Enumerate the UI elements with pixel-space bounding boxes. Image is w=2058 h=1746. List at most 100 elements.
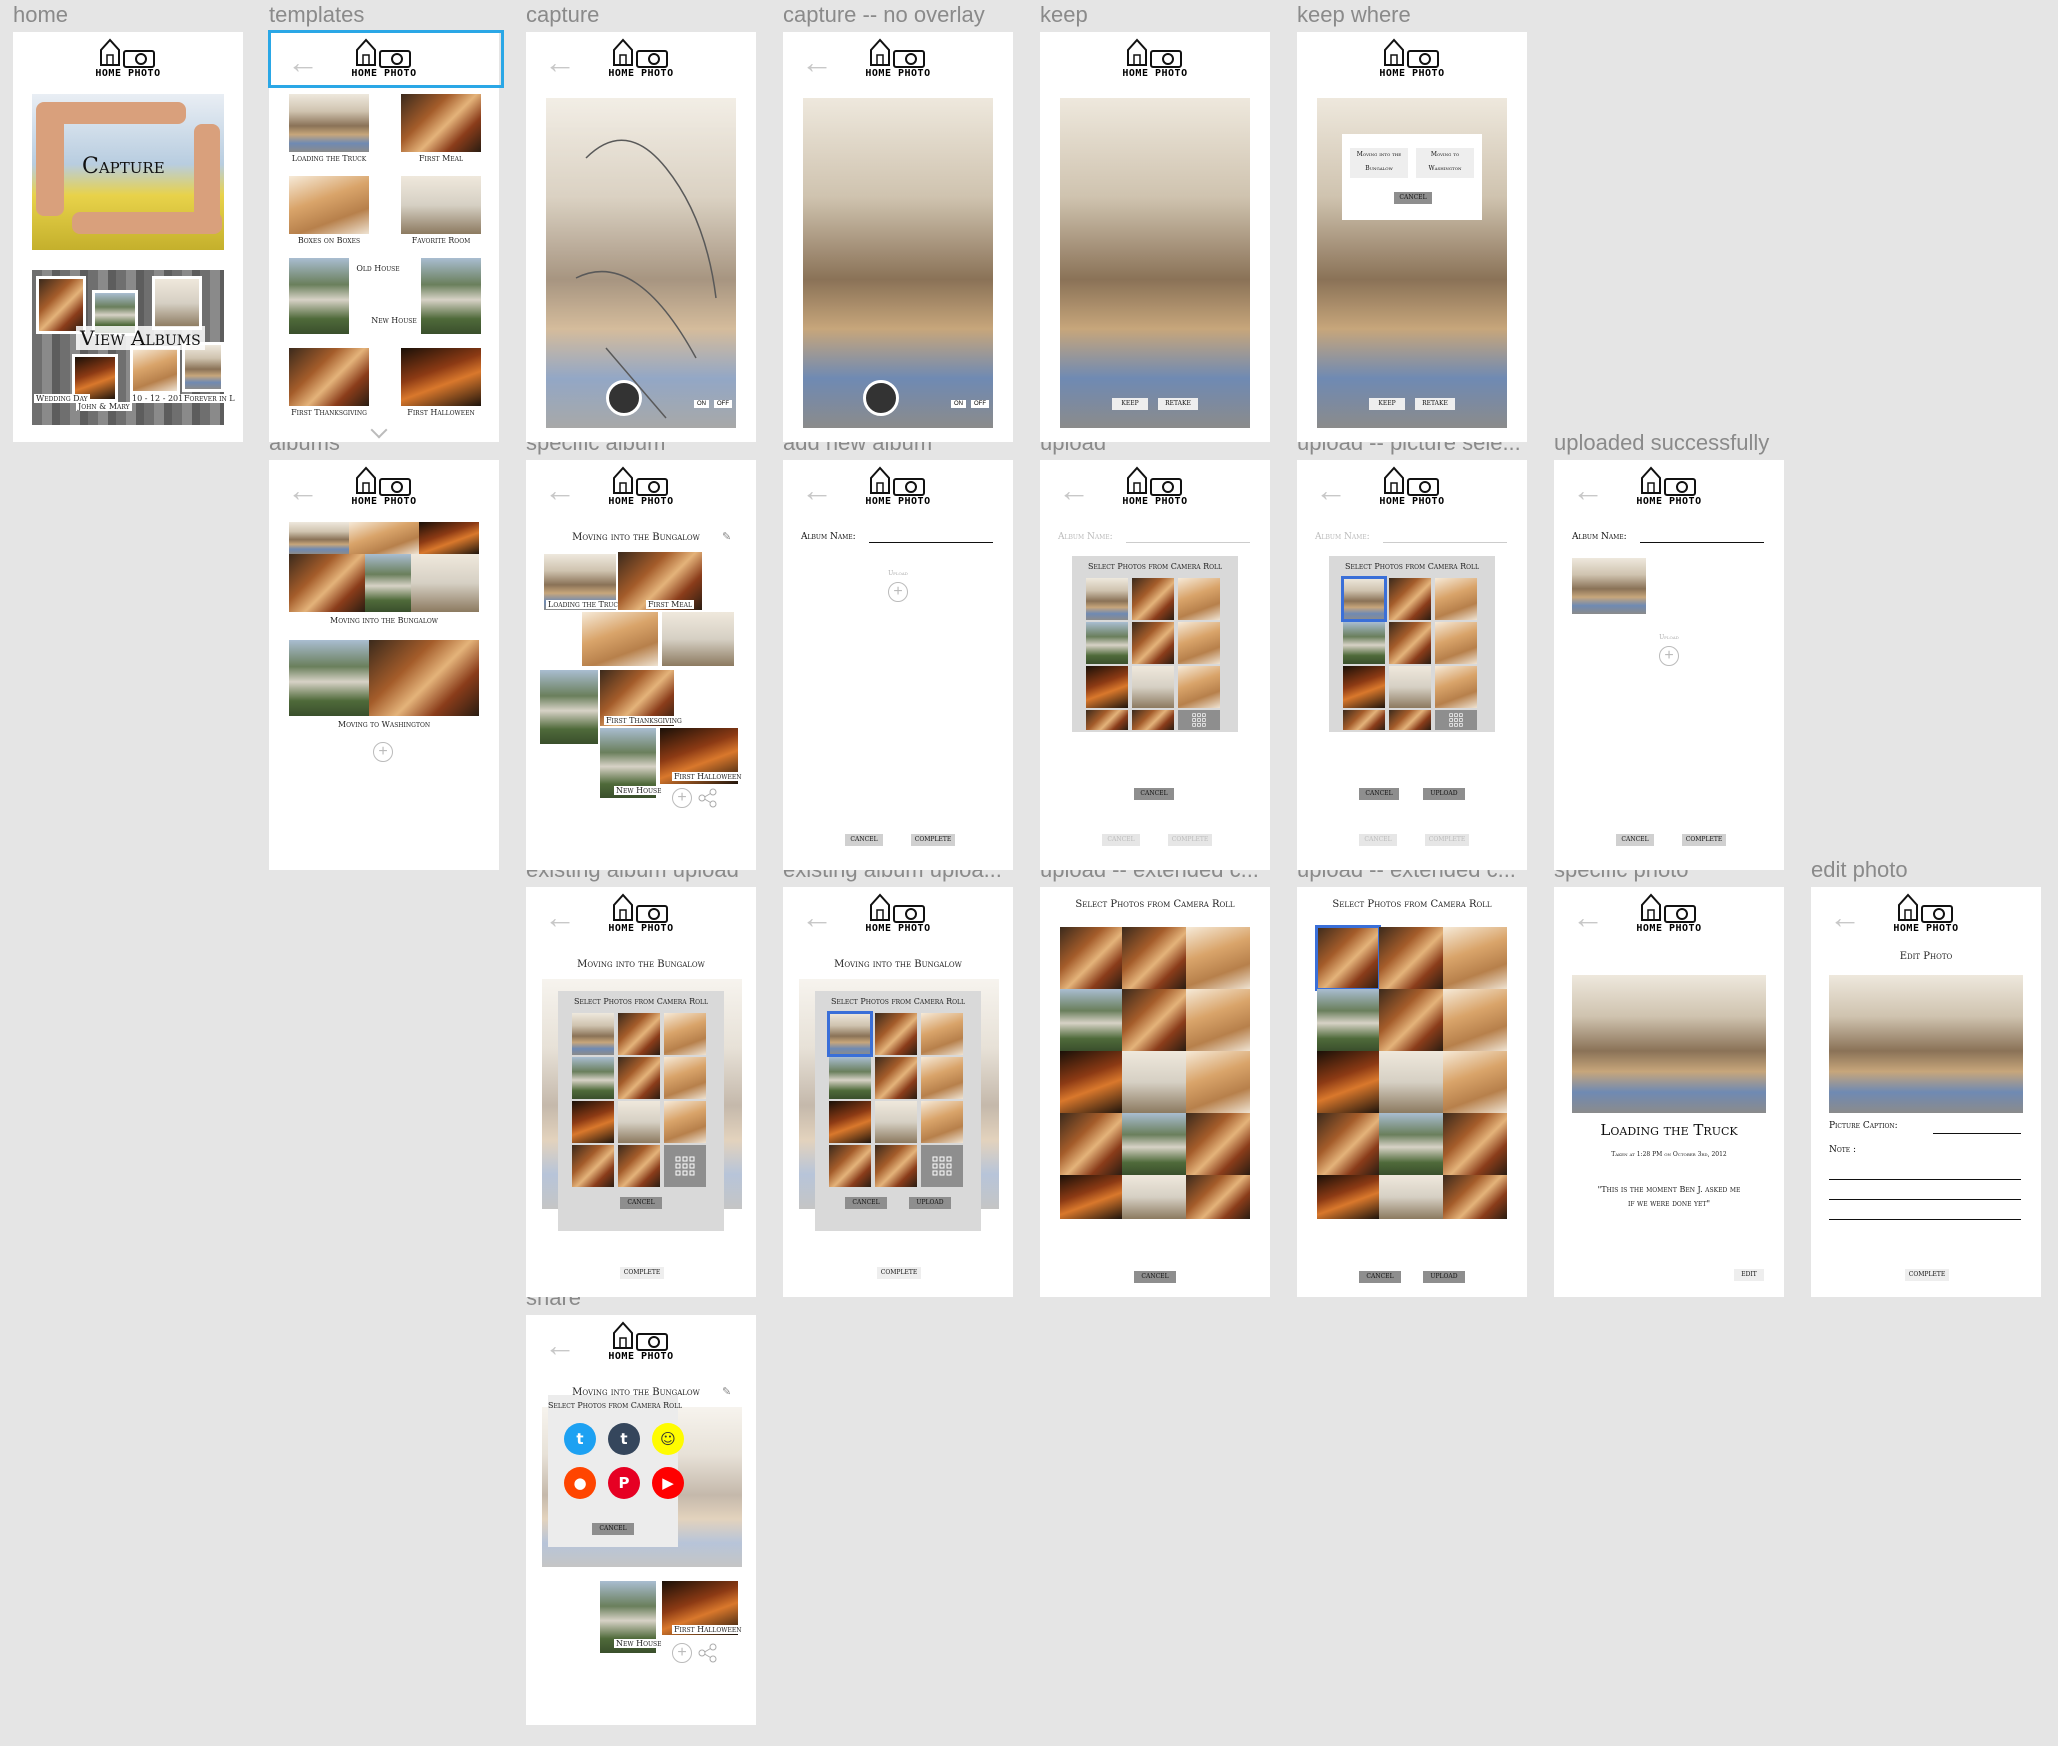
app-logo[interactable]: HOME PHOTO — [1636, 466, 1702, 508]
roll-photo[interactable] — [1443, 1113, 1507, 1175]
share-icon[interactable] — [698, 788, 718, 808]
app-logo[interactable]: HOME PHOTO — [1122, 466, 1188, 508]
roll-photo[interactable] — [1122, 1051, 1186, 1113]
roll-photo[interactable] — [921, 1013, 963, 1055]
cancel-button[interactable]: CANCEL — [1102, 834, 1140, 846]
retake-button[interactable]: RETAKE — [1415, 398, 1455, 410]
overlay-off-toggle[interactable]: OFF — [971, 400, 989, 408]
roll-photo[interactable] — [1186, 1175, 1250, 1219]
roll-photo[interactable] — [1132, 578, 1174, 620]
back-arrow-icon[interactable]: ← — [544, 901, 576, 933]
upload-plus-icon[interactable]: + — [888, 582, 908, 602]
back-arrow-icon[interactable]: ← — [1829, 901, 1861, 933]
artboard-share[interactable]: ← HOME PHOTO Moving into the Bungalow ✎ … — [526, 1315, 756, 1725]
album-photo[interactable] — [662, 612, 734, 666]
album-name-field[interactable] — [1383, 542, 1507, 543]
camera-viewfinder[interactable] — [546, 98, 736, 428]
roll-photo[interactable] — [1060, 1175, 1122, 1219]
roll-photo-selected[interactable] — [1341, 576, 1387, 622]
roll-photo[interactable] — [618, 1145, 660, 1187]
roll-photo[interactable] — [1379, 989, 1443, 1051]
note-field-line[interactable] — [1829, 1179, 2021, 1180]
roll-photo[interactable] — [1186, 1113, 1250, 1175]
pencil-icon[interactable]: ✎ — [722, 530, 731, 543]
picker-cancel-button[interactable]: CANCEL — [1359, 1271, 1401, 1283]
template-thumb-first-halloween[interactable] — [401, 348, 481, 406]
share-icon[interactable] — [698, 1643, 718, 1663]
twitter-icon[interactable]: t — [564, 1423, 596, 1455]
roll-photo[interactable] — [1389, 666, 1431, 708]
roll-photo[interactable] — [1178, 622, 1220, 664]
back-arrow-icon[interactable]: ← — [1058, 474, 1090, 506]
app-logo[interactable]: HOME PHOTO — [351, 466, 417, 508]
artboard-specific-album[interactable]: ← HOME PHOTO Moving into the Bungalow ✎ … — [526, 460, 756, 870]
album-photo[interactable] — [540, 670, 598, 744]
album-name-field[interactable] — [1126, 542, 1250, 543]
picker-upload-button[interactable]: UPLOAD — [1423, 1271, 1465, 1283]
back-arrow-icon[interactable]: ← — [544, 1329, 576, 1361]
back-arrow-icon[interactable]: ← — [544, 46, 576, 78]
overlay-on-toggle[interactable]: ON — [694, 400, 709, 408]
app-logo[interactable]: HOME PHOTO — [608, 466, 674, 508]
roll-photo[interactable] — [1343, 710, 1385, 730]
album-photo[interactable] — [582, 612, 658, 666]
app-logo[interactable]: HOME PHOTO — [608, 38, 674, 80]
artboard-uploaded-successfully[interactable]: ← HOME PHOTO Album Name: Upload + CANCEL… — [1554, 460, 1784, 870]
back-arrow-icon[interactable]: ← — [1572, 474, 1604, 506]
roll-photo[interactable] — [875, 1145, 917, 1187]
back-arrow-icon[interactable]: ← — [544, 474, 576, 506]
roll-photo[interactable] — [1132, 666, 1174, 708]
roll-photo[interactable] — [921, 1101, 963, 1143]
roll-photo[interactable] — [1435, 666, 1477, 708]
template-thumb-old-house[interactable] — [289, 258, 349, 334]
template-thumb-boxes[interactable] — [289, 176, 369, 234]
app-logo[interactable]: HOME PHOTO — [1379, 38, 1445, 80]
artboard-capture[interactable]: ← HOME PHOTO ON OFF — [526, 32, 756, 442]
artboard-upload-picture-selected[interactable]: ← HOME PHOTO Album Name: Select Photos f… — [1297, 460, 1527, 870]
snapchat-icon[interactable]: ☺ — [652, 1423, 684, 1455]
album-name-field[interactable] — [869, 542, 993, 543]
artboard-specific-photo[interactable]: ← HOME PHOTO Loading the Truck Taken at … — [1554, 887, 1784, 1297]
roll-photo[interactable] — [1122, 1113, 1186, 1175]
picker-upload-button[interactable]: UPLOAD — [1423, 788, 1465, 800]
cancel-button[interactable]: CANCEL — [592, 1523, 634, 1535]
add-photo-plus-icon[interactable]: + — [672, 1643, 692, 1663]
app-logo[interactable]: HOME PHOTO — [865, 38, 931, 80]
roll-photo[interactable] — [1379, 1051, 1443, 1113]
more-photos-button[interactable] — [1435, 710, 1477, 730]
tumblr-icon[interactable]: t — [608, 1423, 640, 1455]
roll-photo[interactable] — [875, 1013, 917, 1055]
roll-photo[interactable] — [1443, 1051, 1507, 1113]
complete-button[interactable]: COMPLETE — [877, 1267, 921, 1279]
artboard-upload-extended-selected[interactable]: Select Photos from Camera Roll CANCEL UP… — [1297, 887, 1527, 1297]
add-photo-plus-icon[interactable]: + — [672, 788, 692, 808]
back-arrow-icon[interactable]: ← — [1315, 474, 1347, 506]
roll-photo[interactable] — [1086, 622, 1128, 664]
app-logo[interactable]: HOME PHOTO — [1893, 893, 1959, 935]
artboard-templates[interactable]: ← HOME PHOTO Loading the Truck First Mea… — [269, 32, 499, 442]
more-photos-button[interactable] — [1178, 710, 1220, 730]
roll-photo[interactable] — [1389, 578, 1431, 620]
artboard-keep-where[interactable]: HOME PHOTO Moving into the Bungalow Movi… — [1297, 32, 1527, 442]
roll-photo[interactable] — [875, 1057, 917, 1099]
roll-photo[interactable] — [1060, 1113, 1122, 1175]
cancel-button[interactable]: CANCEL — [1394, 192, 1432, 204]
app-logo[interactable]: HOME PHOTO — [95, 38, 161, 80]
template-thumb-first-meal[interactable] — [401, 94, 481, 152]
template-thumb-first-thanksgiving[interactable] — [289, 348, 369, 406]
roll-photo[interactable] — [1132, 622, 1174, 664]
roll-photo[interactable] — [1317, 1051, 1379, 1113]
roll-photo[interactable] — [618, 1013, 660, 1055]
roll-photo[interactable] — [1379, 1175, 1443, 1219]
roll-photo[interactable] — [829, 1101, 871, 1143]
artboard-upload[interactable]: ← HOME PHOTO Album Name: Select Photos f… — [1040, 460, 1270, 870]
app-logo[interactable]: HOME PHOTO — [1122, 38, 1188, 80]
note-field-line[interactable] — [1829, 1199, 2021, 1200]
capture-card[interactable]: Capture — [32, 94, 224, 250]
album-card-bungalow[interactable] — [289, 522, 479, 612]
complete-button[interactable]: COMPLETE — [1168, 834, 1212, 846]
reddit-icon[interactable]: ● — [564, 1467, 596, 1499]
roll-photo[interactable] — [1317, 1175, 1379, 1219]
caption-field[interactable] — [1933, 1133, 2021, 1134]
roll-photo[interactable] — [1435, 578, 1477, 620]
